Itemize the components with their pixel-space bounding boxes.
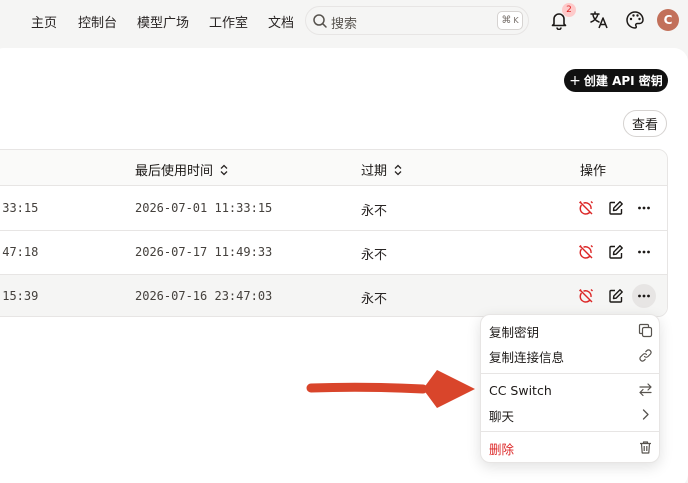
swap-icon — [639, 383, 652, 397]
menu-item-chat[interactable]: 聊天 — [489, 404, 653, 426]
menu-item-label: 删除 — [489, 441, 515, 457]
expiry-cell: 永不 — [361, 292, 388, 307]
disable-icon[interactable] — [578, 288, 594, 304]
edit-icon[interactable] — [608, 288, 624, 304]
search-shortcut: ⌘ K — [497, 11, 523, 30]
column-header-actions: 操作 — [580, 160, 606, 179]
menu-item-label: 聊天 — [489, 408, 515, 424]
nav-studio[interactable]: 工作室 — [209, 12, 248, 31]
menu-item-delete[interactable]: 删除 — [489, 437, 653, 459]
table-header: 最后使用时间 过期 操作 — [0, 150, 667, 186]
disable-icon[interactable] — [578, 200, 594, 216]
translate-icon[interactable] — [589, 10, 609, 30]
search-placeholder: 搜索 — [331, 17, 358, 32]
column-header-last-used[interactable]: 最后使用时间 — [135, 160, 229, 179]
created-time-cell: :15:39 — [0, 289, 39, 303]
copy-icon — [638, 323, 653, 338]
link-icon — [639, 349, 652, 362]
menu-divider — [481, 373, 659, 374]
column-label: 操作 — [580, 164, 607, 179]
top-navigation: 主页 控制台 模型广场 工作室 文档 搜索 ⌘ K 2 C — [0, 0, 688, 42]
palette-icon[interactable] — [625, 10, 645, 30]
trash-icon — [640, 441, 651, 454]
expiry-cell: 永不 — [361, 204, 388, 219]
sort-icon — [394, 164, 402, 175]
plus-icon: + — [569, 72, 581, 89]
menu-item-copy-connection[interactable]: 复制连接信息 — [489, 345, 653, 367]
column-header-expiry[interactable]: 过期 — [361, 160, 403, 179]
avatar[interactable]: C — [657, 9, 679, 31]
row-actions-menu: 复制密钥 复制连接信息 CC Switch 聊天 删除 — [480, 314, 660, 463]
nav-model-marketplace[interactable]: 模型广场 — [137, 12, 189, 31]
table-row: :15:39 2026-07-16 23:47:03 永不 — [0, 275, 667, 316]
chevron-right-icon — [642, 409, 649, 420]
menu-item-label: CC Switch — [489, 382, 552, 398]
last-used-cell: 2026-07-17 11:49:33 — [135, 245, 273, 259]
menu-item-label: 复制连接信息 — [489, 349, 565, 365]
last-used-cell: 2026-07-01 11:33:15 — [135, 201, 273, 215]
nav-docs[interactable]: 文档 — [268, 12, 294, 31]
last-used-cell: 2026-07-16 23:47:03 — [135, 289, 273, 303]
expiry-cell: 永不 — [361, 248, 388, 263]
table-row: :33:15 2026-07-01 11:33:15 永不 — [0, 187, 667, 231]
search-icon — [313, 14, 327, 28]
more-icon[interactable] — [636, 200, 652, 216]
table-row: :47:18 2026-07-17 11:49:33 永不 — [0, 231, 667, 275]
created-time-cell: :47:18 — [0, 245, 39, 259]
nav-console[interactable]: 控制台 — [78, 12, 117, 31]
more-icon[interactable] — [636, 244, 652, 260]
menu-item-copy-key[interactable]: 复制密钥 — [489, 320, 653, 342]
menu-divider — [481, 431, 659, 432]
menu-item-label: 复制密钥 — [489, 324, 540, 340]
notification-badge: 2 — [562, 3, 576, 17]
sort-icon — [220, 164, 228, 175]
column-label: 过期 — [361, 164, 388, 179]
disable-icon[interactable] — [578, 244, 594, 260]
api-keys-table: 最后使用时间 过期 操作 :33:15 2026-07-01 11:33:15 … — [0, 149, 668, 317]
create-api-key-label: 创建 API 密钥 — [583, 74, 663, 88]
search-input[interactable]: 搜索 ⌘ K — [305, 6, 529, 35]
more-icon[interactable] — [636, 288, 652, 304]
created-time-cell: :33:15 — [0, 201, 39, 215]
nav-home[interactable]: 主页 — [31, 12, 57, 31]
column-label: 最后使用时间 — [135, 164, 214, 179]
menu-item-cc-switch[interactable]: CC Switch — [489, 379, 653, 401]
view-button[interactable]: 查看 — [623, 110, 667, 137]
create-api-key-button[interactable]: + 创建 API 密钥 — [564, 69, 668, 92]
edit-icon[interactable] — [608, 244, 624, 260]
edit-icon[interactable] — [608, 200, 624, 216]
shortcut-letter: K — [513, 16, 519, 25]
command-key: ⌘ — [501, 15, 512, 26]
annotation-arrow-icon — [306, 370, 475, 408]
